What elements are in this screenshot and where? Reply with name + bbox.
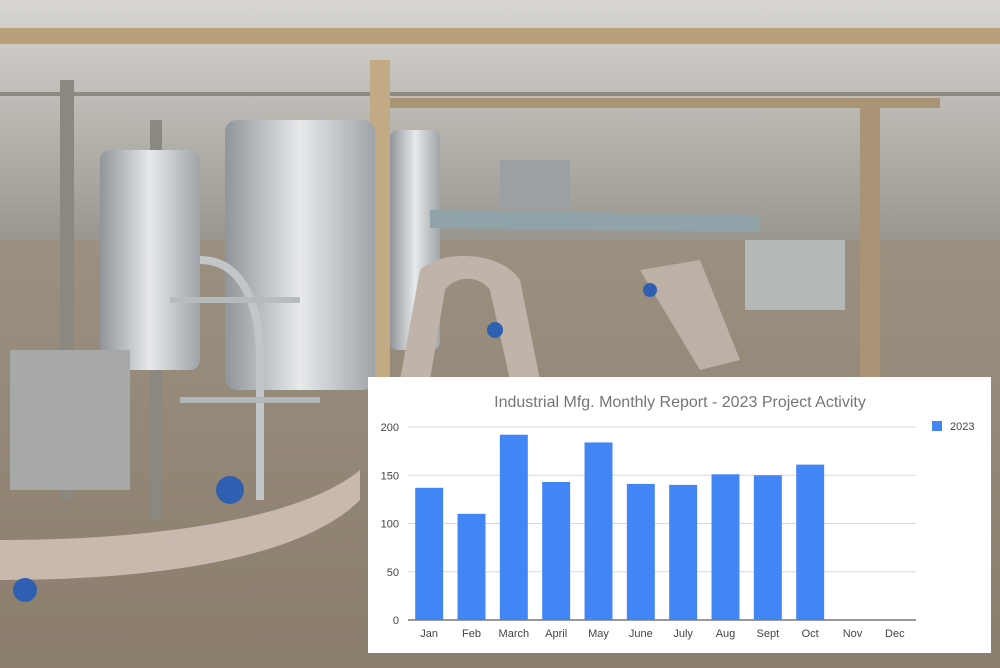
bar-feb — [457, 513, 486, 620]
bar-sept — [753, 475, 782, 620]
y-tick-label: 200 — [381, 422, 399, 434]
x-tick-label: June — [629, 628, 653, 640]
x-tick-label: May — [588, 628, 609, 640]
x-tick-label: Sept — [757, 628, 780, 640]
legend-label: 2023 — [950, 421, 974, 433]
bar-may — [584, 442, 613, 620]
x-axis-ticks: Jan Feb March April May June July Aug Sept Oct Nov… — [420, 628, 905, 640]
legend-swatch — [932, 421, 942, 431]
bar-april — [542, 482, 571, 620]
bar-jan — [415, 487, 444, 620]
y-tick-label: 100 — [381, 519, 399, 531]
bar-oct — [796, 464, 825, 620]
legend: 2023 — [932, 421, 974, 433]
x-tick-label: Oct — [802, 628, 819, 640]
bar-aug — [711, 474, 740, 620]
bar-chart: Industrial Mfg. Monthly Report - 2023 Pr… — [381, 394, 975, 640]
x-tick-label: Aug — [716, 628, 736, 640]
x-tick-label: April — [545, 628, 567, 640]
chart-title: Industrial Mfg. Monthly Report - 2023 Pr… — [494, 394, 866, 411]
y-tick-label: 50 — [387, 567, 399, 579]
x-tick-label: March — [499, 628, 530, 640]
x-tick-label: Feb — [462, 628, 481, 640]
y-tick-label: 150 — [381, 470, 399, 482]
x-tick-label: Nov — [843, 628, 863, 640]
x-tick-label: Jan — [420, 628, 438, 640]
chart-card: Industrial Mfg. Monthly Report - 2023 Pr… — [368, 377, 991, 653]
x-tick-label: July — [673, 628, 693, 640]
x-tick-label: Dec — [885, 628, 905, 640]
y-tick-label: 0 — [393, 615, 399, 627]
y-axis-ticks: 0 50 100 150 200 — [381, 422, 399, 627]
bar-june — [626, 483, 655, 620]
bars — [415, 434, 825, 620]
bar-july — [669, 484, 698, 620]
bar-march — [499, 434, 528, 620]
